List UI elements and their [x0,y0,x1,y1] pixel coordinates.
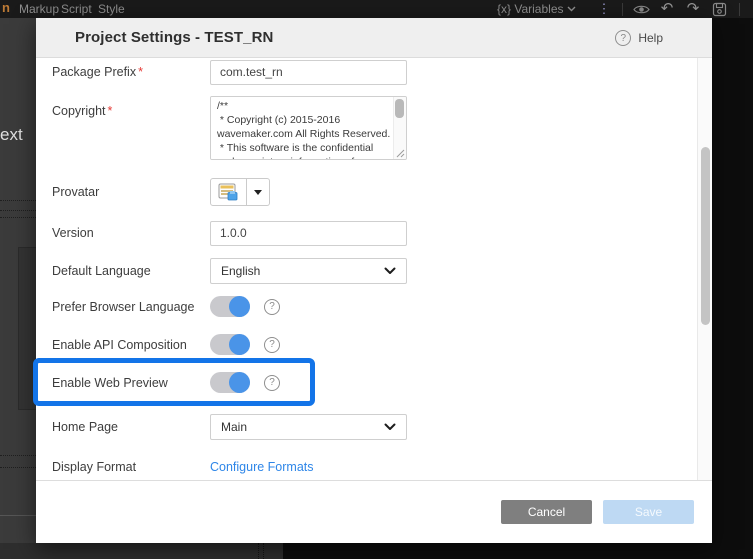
question-help-icon[interactable]: ? [264,375,280,391]
field-row-prefer-browser-language: Prefer Browser Language ? [52,296,280,317]
canvas-widget-placeholder [18,247,36,410]
prefer-browser-language-label: Prefer Browser Language [52,300,210,314]
variables-menu[interactable]: {x} Variables [497,0,576,18]
tab-markup[interactable]: Markup [19,2,59,16]
field-row-home-page: Home Page Main [52,414,407,440]
dialog-footer: Cancel Save [36,480,712,543]
chevron-down-icon [384,267,396,275]
cancel-button[interactable]: Cancel [501,500,592,524]
required-asterisk: * [108,104,113,118]
question-help-icon[interactable]: ? [264,299,280,315]
configure-formats-link[interactable]: Configure Formats [210,460,314,474]
field-row-display-format: Display Format Configure Formats [52,458,314,476]
question-help-icon[interactable]: ? [264,337,280,353]
canvas-divider [0,515,36,516]
canvas-bottom-edge [0,543,283,559]
home-page-label: Home Page [52,420,210,434]
enable-api-composition-toggle[interactable] [210,334,250,355]
ide-topbar: n Markup Script Style {x} Variables ⋮ ↶ … [0,0,753,18]
tab-script[interactable]: Script [61,2,92,16]
version-input[interactable] [210,221,407,246]
preview-eye-icon[interactable] [631,0,651,18]
toggle-knob [229,334,250,355]
provatar-button[interactable] [210,178,247,206]
save-button[interactable]: Save [603,500,694,524]
canvas-widget-outline [0,217,36,218]
canvas-widget-outline [0,455,36,456]
copyright-label: Copyright* [52,104,210,118]
prefer-browser-language-toggle[interactable] [210,296,250,317]
default-language-label: Default Language [52,264,210,278]
project-settings-dialog: Project Settings - TEST_RN ? Help Packag… [36,18,712,543]
default-language-select[interactable]: English [210,258,407,284]
help-label: Help [638,31,663,45]
field-row-package-prefix: Package Prefix* [52,59,407,85]
canvas-widget-outline [0,467,36,468]
enable-web-preview-label: Enable Web Preview [52,376,210,390]
variables-label: Variables [514,2,563,16]
dialog-title: Project Settings - TEST_RN [75,29,273,46]
package-prefix-label: Package Prefix* [52,65,210,79]
field-row-version: Version [52,220,407,246]
package-prefix-input[interactable] [210,60,407,85]
field-row-copyright: Copyright* /** * Copyright (c) 2015-2016… [52,96,407,160]
undo-icon[interactable]: ↶ [657,0,677,18]
toolbar-divider [622,3,623,16]
home-page-value: Main [221,420,247,434]
provatar-list-icon [218,183,239,202]
help-button[interactable]: ? Help [615,18,663,58]
canvas-text-fragment: ext [0,125,23,145]
active-tab-fragment: n [2,0,10,15]
dialog-scrollbar[interactable] [697,58,712,480]
chevron-down-icon [567,6,576,12]
caret-down-icon [254,190,262,195]
resize-handle-icon[interactable] [396,149,405,158]
field-row-enable-api-composition: Enable API Composition ? [52,334,280,355]
copyright-textarea[interactable]: /** * Copyright (c) 2015-2016 wavemaker.… [211,97,394,159]
design-canvas-edge: ext [0,18,36,559]
textarea-scrollbar-thumb[interactable] [395,99,404,118]
tab-style[interactable]: Style [98,2,125,16]
default-language-value: English [221,264,260,278]
enable-web-preview-toggle[interactable] [210,372,250,393]
save-project-icon[interactable] [709,0,729,18]
redo-icon[interactable]: ↷ [683,0,703,18]
version-label: Version [52,226,210,240]
required-asterisk: * [138,65,143,79]
provatar-label: Provatar [52,185,210,199]
field-row-enable-web-preview: Enable Web Preview ? [52,372,280,393]
canvas-widget-outline [0,200,36,201]
display-format-label: Display Format [52,460,210,474]
dialog-scrollbar-thumb[interactable] [701,147,710,325]
help-icon: ? [615,30,631,46]
chevron-down-icon [384,423,396,431]
kebab-menu-icon[interactable]: ⋮ [594,0,614,18]
toggle-knob [229,372,250,393]
enable-api-composition-label: Enable API Composition [52,338,210,352]
field-row-provatar: Provatar [52,178,270,206]
toolbar-divider [739,3,740,16]
variables-glyph: {x} [497,2,511,16]
dialog-header: Project Settings - TEST_RN ? Help [36,18,712,58]
home-page-select[interactable]: Main [210,414,407,440]
canvas-widget-outline [0,210,36,211]
provatar-dropdown-button[interactable] [247,178,270,206]
dialog-body: Package Prefix* Copyright* /** * Copyrig… [36,58,712,480]
copyright-textarea-frame: /** * Copyright (c) 2015-2016 wavemaker.… [210,96,407,160]
canvas-widget-outline [258,543,264,559]
field-row-default-language: Default Language English [52,258,407,284]
toggle-knob [229,296,250,317]
